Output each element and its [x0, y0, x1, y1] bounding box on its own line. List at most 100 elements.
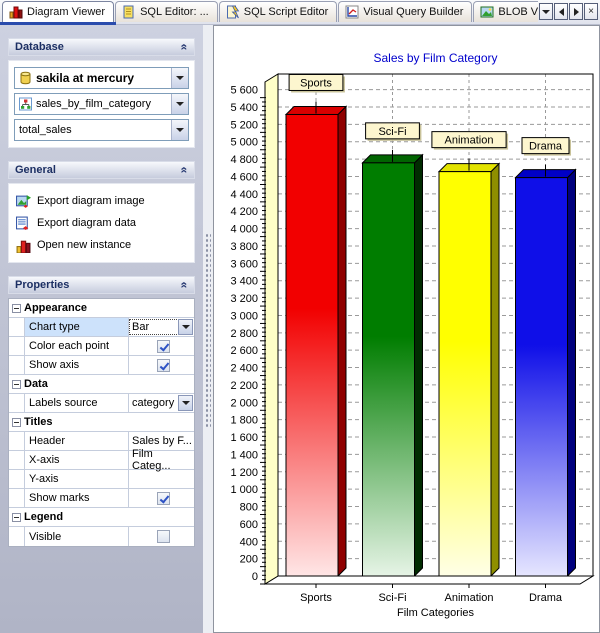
- column-dropdown-button[interactable]: [171, 120, 188, 140]
- chevron-down-icon: [182, 401, 190, 405]
- database-panel: sakila at mercury sales_by_film_category…: [8, 60, 195, 148]
- arrow-right-icon: [574, 8, 579, 16]
- connection-dropdown-button[interactable]: [171, 68, 188, 88]
- collapse-group-icon[interactable]: [12, 418, 21, 427]
- property-group-appearance[interactable]: Appearance: [9, 299, 194, 318]
- point-label-sci-fi: Sci-Fi: [366, 123, 422, 141]
- y-tick-label: 2 800: [230, 328, 258, 340]
- sidebar: Database « sakila at mercury: [0, 25, 203, 633]
- close-tab-button[interactable]: ×: [584, 3, 598, 20]
- properties-section-header[interactable]: Properties «: [8, 276, 195, 294]
- y-tick-label: 0: [252, 571, 258, 583]
- general-section-title: General: [15, 164, 56, 176]
- y-tick-label: 3 800: [230, 241, 258, 253]
- property-row-show-axis[interactable]: Show axis: [9, 356, 194, 375]
- property-row-color-each-point[interactable]: Color each point: [9, 337, 194, 356]
- splitter-grip-icon: [205, 233, 211, 429]
- tab-strip: Diagram Viewer SQL Editor: ... SQL Script …: [2, 1, 538, 22]
- collapse-group-icon[interactable]: [12, 304, 21, 313]
- property-group-titles[interactable]: Titles: [9, 413, 194, 432]
- tab-sql-editor[interactable]: SQL Editor: ...: [115, 1, 218, 22]
- general-action-export-diagram-data[interactable]: Export diagram data: [14, 212, 189, 234]
- properties-section-title: Properties: [15, 279, 69, 291]
- object-dropdown[interactable]: sales_by_film_category: [14, 93, 189, 115]
- diagram-object-icon: [19, 97, 32, 111]
- database-section-header[interactable]: Database «: [8, 38, 195, 56]
- chevron-down-icon: [176, 76, 184, 80]
- collapse-group-icon[interactable]: [12, 513, 21, 522]
- chevron-down-icon: [542, 10, 550, 14]
- connection-dropdown[interactable]: sakila at mercury: [14, 67, 189, 89]
- property-label: Show axis: [24, 356, 128, 374]
- chart-title: Sales by Film Category: [373, 51, 497, 65]
- collapse-chevron-icon: «: [178, 167, 192, 174]
- query-builder-icon: [345, 5, 359, 19]
- blob-viewer-icon: [480, 5, 494, 19]
- chevron-down-icon: [182, 325, 190, 329]
- tab-list-button[interactable]: [539, 3, 553, 20]
- general-action-export-diagram-image[interactable]: Export diagram image: [14, 190, 189, 212]
- svg-text:Sports: Sports: [300, 77, 332, 89]
- tab-blob-viewer[interactable]: BLOB Viewer: [473, 1, 538, 22]
- tab-diagram-viewer[interactable]: Diagram Viewer: [2, 1, 114, 22]
- property-label: Show marks: [24, 489, 128, 507]
- tab-label: Diagram Viewer: [27, 6, 105, 18]
- property-group-data[interactable]: Data: [9, 375, 194, 394]
- export-image-icon: [16, 194, 31, 209]
- column-dropdown[interactable]: total_sales: [14, 119, 189, 141]
- y-tick-label: 5 000: [230, 137, 258, 149]
- chart-wall: [265, 74, 278, 584]
- property-group-label: Data: [24, 375, 48, 393]
- bar-chart: Sales by Film Category02004006008001 000…: [214, 26, 599, 632]
- x-tick-label: Sports: [300, 592, 332, 604]
- general-action-label: Export diagram data: [37, 217, 136, 229]
- object-value: sales_by_film_category: [36, 98, 151, 110]
- property-checkbox-show-axis[interactable]: [157, 359, 170, 372]
- app-window: Diagram Viewer SQL Editor: ... SQL Script …: [0, 0, 600, 633]
- property-row-y-axis[interactable]: Y-axis: [9, 470, 194, 489]
- property-dropdown-button[interactable]: [178, 395, 193, 411]
- property-value: Bar: [132, 321, 149, 333]
- column-value: total_sales: [19, 124, 72, 136]
- property-dropdown-button[interactable]: [178, 319, 193, 335]
- chart-panel: Sales by Film Category02004006008001 000…: [213, 25, 600, 633]
- property-row-show-marks[interactable]: Show marks: [9, 489, 194, 508]
- property-group-legend[interactable]: Legend: [9, 508, 194, 527]
- y-tick-label: 2 400: [230, 363, 258, 375]
- property-value: Sales by F...: [132, 435, 192, 447]
- scroll-tabs-right-button[interactable]: [569, 3, 583, 20]
- y-tick-label: 400: [240, 536, 258, 548]
- y-tick-label: 4 400: [230, 189, 258, 201]
- property-value: Film Categ...: [132, 448, 194, 472]
- collapse-chevron-icon: «: [178, 282, 192, 289]
- y-tick-label: 1 000: [230, 484, 258, 496]
- property-row-x-axis[interactable]: X-axisFilm Categ...: [9, 451, 194, 470]
- svg-text:Animation: Animation: [445, 135, 494, 147]
- property-row-labels-source[interactable]: Labels sourcecategory: [9, 394, 194, 413]
- tab-label: SQL Editor: ...: [140, 6, 209, 18]
- tab-visual-query-builder[interactable]: Visual Query Builder: [338, 1, 472, 22]
- property-checkbox-color-each-point[interactable]: [157, 340, 170, 353]
- property-row-chart-type[interactable]: Chart typeBar: [9, 318, 194, 337]
- property-checkbox-visible[interactable]: [157, 530, 170, 543]
- collapse-chevron-icon: «: [178, 44, 192, 51]
- y-tick-label: 1 800: [230, 415, 258, 427]
- y-tick-label: 1 400: [230, 449, 258, 461]
- property-label: Color each point: [24, 337, 128, 355]
- new-instance-icon: [16, 238, 31, 253]
- scroll-tabs-left-button[interactable]: [554, 3, 568, 20]
- property-row-visible[interactable]: Visible: [9, 527, 194, 546]
- y-tick-label: 200: [240, 554, 258, 566]
- general-section-header[interactable]: General «: [8, 161, 195, 179]
- chart-floor: [265, 576, 593, 584]
- tab-sql-script-editor[interactable]: SQL Script Editor: [219, 1, 338, 22]
- collapse-group-icon[interactable]: [12, 380, 21, 389]
- connection-value: sakila at mercury: [36, 71, 134, 85]
- y-tick-label: 4 600: [230, 171, 258, 183]
- y-tick-label: 5 400: [230, 102, 258, 114]
- object-dropdown-button[interactable]: [171, 94, 188, 114]
- general-action-open-new-instance[interactable]: Open new instance: [14, 234, 189, 256]
- property-checkbox-show-marks[interactable]: [157, 492, 170, 505]
- sidebar-splitter[interactable]: [203, 25, 213, 633]
- property-label: Y-axis: [24, 470, 128, 488]
